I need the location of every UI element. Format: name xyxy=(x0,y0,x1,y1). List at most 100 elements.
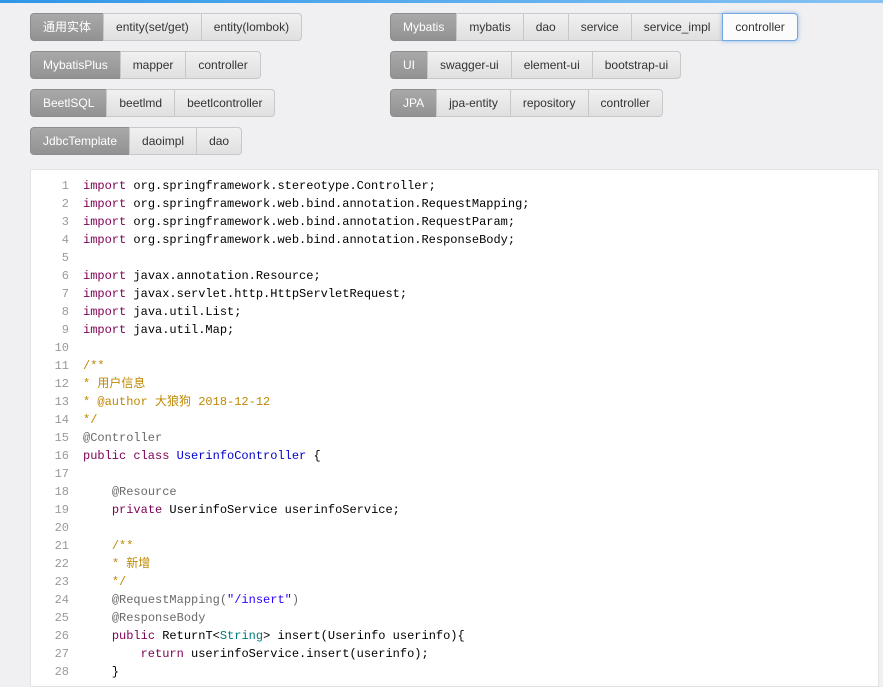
code-line-10: 10 xyxy=(31,339,878,357)
line-number: 14 xyxy=(31,411,83,429)
button-mybatis-service[interactable]: service xyxy=(568,13,632,41)
code-line-19: 19 private UserinfoService userinfoServi… xyxy=(31,501,878,519)
code-panel[interactable]: 1import org.springframework.stereotype.C… xyxy=(30,169,879,687)
code-line-13: 13* @author 大狼狗 2018-12-12 xyxy=(31,393,878,411)
code-line-text: @ResponseBody xyxy=(83,609,878,627)
button-group-mybatis: Mybatismybatisdaoserviceservice_implcont… xyxy=(390,13,798,41)
code-token-p xyxy=(83,629,112,643)
code-token-c: */ xyxy=(83,413,97,427)
code-token-p xyxy=(83,647,141,661)
code-token-p xyxy=(83,503,112,517)
group-header-mybatis[interactable]: Mybatis xyxy=(390,13,457,41)
button-group-row-jdbc-template: JdbcTemplatedaoimpldao xyxy=(30,127,390,155)
button-mybatis-dao[interactable]: dao xyxy=(523,13,569,41)
line-number: 15 xyxy=(31,429,83,447)
code-token-p: org.springframework.web.bind.annotation.… xyxy=(126,197,529,211)
code-token-k: import xyxy=(83,305,126,319)
button-group-mybatis-plus: MybatisPlusmappercontroller xyxy=(30,51,261,79)
code-line-2: 2import org.springframework.web.bind.ann… xyxy=(31,195,878,213)
line-number: 17 xyxy=(31,465,83,483)
code-token-c: /** xyxy=(83,359,105,373)
code-token-a: @ResponseBody xyxy=(112,611,206,625)
button-group-ui: UIswagger-uielement-uibootstrap-ui xyxy=(390,51,681,79)
code-line-4: 4import org.springframework.web.bind.ann… xyxy=(31,231,878,249)
code-token-a: @Controller xyxy=(83,431,162,445)
group-header-beetlsql[interactable]: BeetlSQL xyxy=(30,89,107,117)
button-mybatis-controller[interactable]: controller xyxy=(722,13,797,41)
code-line-16: 16public class UserinfoController { xyxy=(31,447,878,465)
button-mybatis-plus-mapper[interactable]: mapper xyxy=(120,51,187,79)
code-token-k: public class xyxy=(83,449,169,463)
generator-toolbar: 通用实体entity(set/get)entity(lombok) Mybatis… xyxy=(0,3,883,157)
group-header-jpa[interactable]: JPA xyxy=(390,89,437,117)
code-line-text xyxy=(83,249,878,267)
group-header-common-entity[interactable]: 通用实体 xyxy=(30,13,104,41)
line-number: 27 xyxy=(31,645,83,663)
code-token-p: org.springframework.stereotype.Controlle… xyxy=(126,179,436,193)
code-line-1: 1import org.springframework.stereotype.C… xyxy=(31,177,878,195)
button-group-row-common-entity: 通用实体entity(set/get)entity(lombok) xyxy=(30,13,390,41)
code-line-28: 28 } xyxy=(31,663,878,681)
button-group-row-beetlsql: BeetlSQLbeetlmdbeetlcontroller xyxy=(30,89,390,117)
button-common-entity-entity-set-get[interactable]: entity(set/get) xyxy=(103,13,202,41)
line-number: 21 xyxy=(31,537,83,555)
line-number: 19 xyxy=(31,501,83,519)
line-number: 18 xyxy=(31,483,83,501)
button-group-row-ui: UIswagger-uielement-uibootstrap-ui xyxy=(390,51,798,79)
code-token-k: import xyxy=(83,215,126,229)
code-token-p: { xyxy=(306,449,320,463)
code-token-a: @Resource xyxy=(112,485,177,499)
button-jpa-jpa-entity[interactable]: jpa-entity xyxy=(436,89,511,117)
button-mybatis-mybatis[interactable]: mybatis xyxy=(456,13,523,41)
line-number: 1 xyxy=(31,177,83,195)
group-header-mybatis-plus[interactable]: MybatisPlus xyxy=(30,51,121,79)
button-ui-element-ui[interactable]: element-ui xyxy=(511,51,593,79)
code-token-a: ) xyxy=(292,593,299,607)
code-line-text: /** xyxy=(83,357,878,375)
button-mybatis-plus-controller[interactable]: controller xyxy=(185,51,260,79)
code-token-p: > insert(Userinfo userinfo){ xyxy=(263,629,465,643)
button-jdbc-template-daoimpl[interactable]: daoimpl xyxy=(129,127,197,155)
line-number: 4 xyxy=(31,231,83,249)
code-line-text: import org.springframework.stereotype.Co… xyxy=(83,177,878,195)
button-jdbc-template-dao[interactable]: dao xyxy=(196,127,242,155)
button-beetlsql-beetlmd[interactable]: beetlmd xyxy=(106,89,175,117)
line-number: 7 xyxy=(31,285,83,303)
button-mybatis-service-impl[interactable]: service_impl xyxy=(631,13,724,41)
code-line-text: * 用户信息 xyxy=(83,375,878,393)
group-header-jdbc-template[interactable]: JdbcTemplate xyxy=(30,127,130,155)
code-token-c: */ xyxy=(112,575,126,589)
line-number: 25 xyxy=(31,609,83,627)
button-jpa-controller[interactable]: controller xyxy=(588,89,663,117)
page-root: 通用实体entity(set/get)entity(lombok) Mybatis… xyxy=(0,0,883,687)
button-common-entity-entity-lombok[interactable]: entity(lombok) xyxy=(201,13,302,41)
group-header-ui[interactable]: UI xyxy=(390,51,428,79)
code-token-p: javax.annotation.Resource; xyxy=(126,269,320,283)
code-line-27: 27 return userinfoService.insert(userinf… xyxy=(31,645,878,663)
code-line-text: @Controller xyxy=(83,429,878,447)
code-line-text: * 新增 xyxy=(83,555,878,573)
code-token-k: return xyxy=(141,647,184,661)
button-beetlsql-beetlcontroller[interactable]: beetlcontroller xyxy=(174,89,275,117)
code-token-p: UserinfoService userinfoService; xyxy=(162,503,400,517)
code-line-text xyxy=(83,465,878,483)
code-line-20: 20 xyxy=(31,519,878,537)
code-line-22: 22 * 新增 xyxy=(31,555,878,573)
button-group-common-entity: 通用实体entity(set/get)entity(lombok) xyxy=(30,13,302,41)
code-line-text: import java.util.List; xyxy=(83,303,878,321)
code-token-c: * 新增 xyxy=(112,557,150,571)
code-token-k: import xyxy=(83,323,126,337)
button-ui-bootstrap-ui[interactable]: bootstrap-ui xyxy=(592,51,681,79)
code-token-p: java.util.Map; xyxy=(126,323,234,337)
line-number: 20 xyxy=(31,519,83,537)
code-line-8: 8import java.util.List; xyxy=(31,303,878,321)
code-token-p: ReturnT< xyxy=(155,629,220,643)
code-line-text: import javax.annotation.Resource; xyxy=(83,267,878,285)
line-number: 2 xyxy=(31,195,83,213)
code-token-p: java.util.List; xyxy=(126,305,241,319)
code-line-25: 25 @ResponseBody xyxy=(31,609,878,627)
button-ui-swagger-ui[interactable]: swagger-ui xyxy=(427,51,512,79)
code-token-p xyxy=(83,485,112,499)
button-jpa-repository[interactable]: repository xyxy=(510,89,589,117)
button-group-row-jpa: JPAjpa-entityrepositorycontroller xyxy=(390,89,798,117)
